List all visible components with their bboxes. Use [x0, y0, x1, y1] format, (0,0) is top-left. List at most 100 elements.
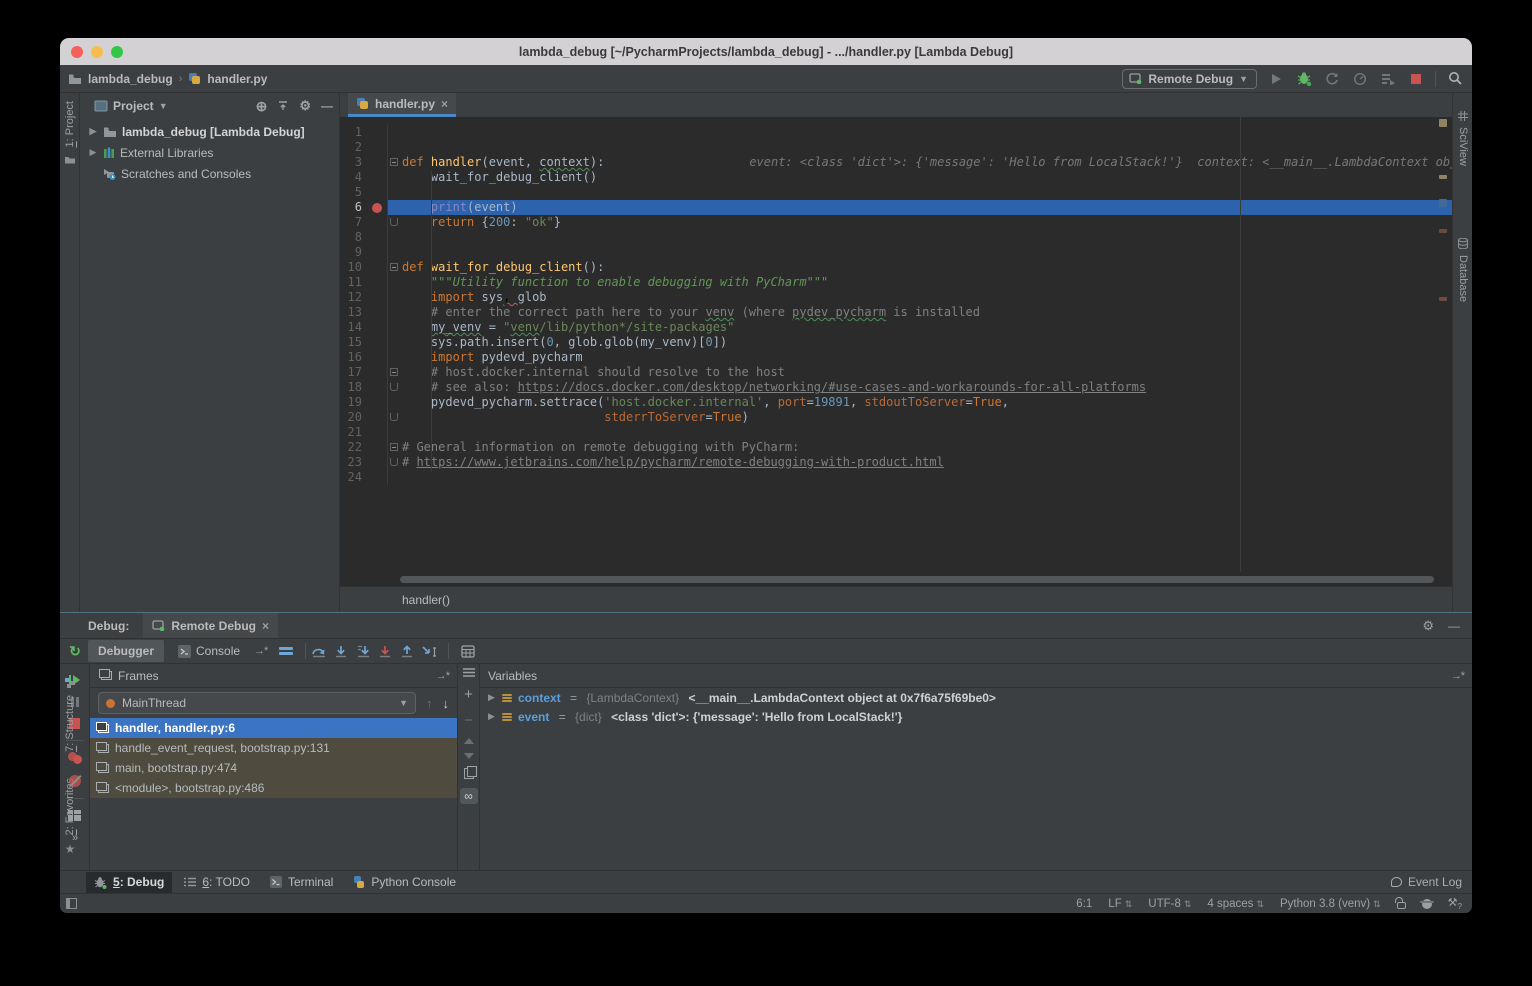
chevron-down-icon[interactable]: ▼	[159, 101, 168, 111]
status-item-lf[interactable]: LF⇅	[1108, 898, 1132, 910]
tool-window-button-todo[interactable]: 6: TODO	[176, 872, 258, 893]
line-number[interactable]: 22	[340, 440, 366, 455]
gutter-cell[interactable]	[366, 365, 388, 380]
search-everywhere-button[interactable]	[1446, 70, 1464, 88]
line-number[interactable]: 19	[340, 395, 366, 410]
fold-gutter[interactable]	[388, 245, 402, 260]
project-panel-title[interactable]: Project	[113, 99, 154, 113]
fold-gutter[interactable]	[388, 140, 402, 155]
line-number[interactable]: 4	[340, 170, 366, 185]
code-line-content[interactable]: import pydevd_pycharm	[388, 350, 1452, 365]
code-line[interactable]: 16 import pydevd_pycharm	[340, 350, 1452, 365]
code-line-content[interactable]: # host.docker.internal should resolve to…	[388, 365, 1452, 380]
code-line-content[interactable]: # General information on remote debuggin…	[388, 440, 1452, 455]
rerun-button[interactable]: ↻	[66, 642, 84, 660]
code-line[interactable]: 3def handler(event, context):event: <cla…	[340, 155, 1452, 170]
ide-status-icon[interactable]: ⚒?	[1448, 896, 1462, 911]
sidebar-item-structure[interactable]: 7: Structure	[60, 678, 80, 752]
tool-window-button-debug[interactable]: 5: Debug	[86, 872, 172, 893]
gutter-cell[interactable]	[366, 260, 388, 275]
error-stripe-mark[interactable]	[1439, 175, 1447, 179]
close-icon[interactable]: ×	[441, 97, 448, 111]
code-line[interactable]: 17 # host.docker.internal should resolve…	[340, 365, 1452, 380]
gutter-cell[interactable]	[366, 185, 388, 200]
force-step-into-button[interactable]	[354, 642, 372, 660]
code-line-content[interactable]	[388, 470, 1452, 485]
code-editor[interactable]: 123def handler(event, context):event: <c…	[340, 117, 1452, 586]
gear-icon[interactable]: ⚙	[299, 98, 311, 114]
line-number[interactable]: 2	[340, 140, 366, 155]
code-line[interactable]: 20 stderrToServer=True)	[340, 410, 1452, 425]
code-line[interactable]: 21	[340, 425, 1452, 440]
fold-gutter[interactable]	[388, 410, 402, 425]
event-log-button[interactable]: Event Log	[1391, 875, 1462, 889]
frame-row[interactable]: handle_event_request, bootstrap.py:131	[90, 738, 457, 758]
menu-icon[interactable]	[463, 668, 475, 677]
code-line[interactable]: 8	[340, 230, 1452, 245]
code-line-content[interactable]: sys.path.insert(0, glob.glob(my_venv)[0]…	[388, 335, 1452, 350]
code-line[interactable]: 7 return {200: "ok"}	[340, 215, 1452, 230]
remove-watch-button[interactable]: −	[464, 712, 473, 729]
line-number[interactable]: 3	[340, 155, 366, 170]
line-number[interactable]: 1	[340, 125, 366, 140]
status-item-4-spaces[interactable]: 4 spaces⇅	[1207, 898, 1264, 910]
mute-breakpoints-button[interactable]	[69, 775, 81, 787]
step-out-button[interactable]	[398, 642, 416, 660]
breadcrumb-function[interactable]: handler()	[402, 593, 450, 607]
code-line[interactable]: 4 wait_for_debug_client()	[340, 170, 1452, 185]
gutter-cell[interactable]	[366, 200, 388, 215]
gutter-cell[interactable]	[366, 155, 388, 170]
show-watches-in-variables-toggle[interactable]: ∞	[460, 788, 478, 804]
code-line[interactable]: 13 # enter the correct path here to your…	[340, 305, 1452, 320]
expand-arrow-icon[interactable]: ▶	[488, 692, 496, 703]
caret-position-status[interactable]: 6:1	[1076, 898, 1092, 910]
next-frame-button[interactable]: ↓	[443, 696, 450, 711]
code-line[interactable]: 10def wait_for_debug_client():	[340, 260, 1452, 275]
code-line[interactable]: 15 sys.path.insert(0, glob.glob(my_venv)…	[340, 335, 1452, 350]
fold-end-icon[interactable]	[390, 383, 398, 391]
gear-icon[interactable]: ⚙	[1422, 618, 1434, 634]
code-line[interactable]: 9	[340, 245, 1452, 260]
code-line-content[interactable]: """Utility function to enable debugging …	[388, 275, 1452, 290]
gutter-cell[interactable]	[366, 455, 388, 470]
gutter-cell[interactable]	[366, 230, 388, 245]
line-number[interactable]: 14	[340, 320, 366, 335]
fold-gutter[interactable]	[388, 170, 402, 185]
fold-collapse-icon[interactable]	[390, 443, 398, 451]
gutter-cell[interactable]	[366, 440, 388, 455]
status-item-python-3-8-venv-[interactable]: Python 3.8 (venv)⇅	[1280, 898, 1381, 910]
fold-end-icon[interactable]	[390, 218, 398, 226]
tree-item[interactable]: ▶lambda_debug [Lambda Debug]	[80, 121, 339, 142]
fold-collapse-icon[interactable]	[390, 158, 398, 166]
gutter-cell[interactable]	[366, 215, 388, 230]
line-number[interactable]: 17	[340, 365, 366, 380]
duplicate-watch-button[interactable]	[464, 768, 474, 779]
pin-icon[interactable]: →*	[436, 670, 449, 682]
code-line[interactable]: 5	[340, 185, 1452, 200]
step-into-my-code-button[interactable]	[376, 642, 394, 660]
expand-arrow-icon[interactable]: ▶	[88, 126, 98, 137]
frame-row[interactable]: handler, handler.py:6	[90, 718, 457, 738]
gutter-cell[interactable]	[366, 470, 388, 485]
fold-gutter[interactable]	[388, 320, 402, 335]
move-watch-up-button[interactable]	[464, 738, 474, 744]
gutter-cell[interactable]	[366, 320, 388, 335]
fold-gutter[interactable]	[388, 290, 402, 305]
fold-gutter[interactable]	[388, 125, 402, 140]
fold-gutter[interactable]	[388, 200, 402, 215]
code-line-content[interactable]	[388, 185, 1452, 200]
code-line[interactable]: 14 my_venv = "venv/lib/python*/site-pack…	[340, 320, 1452, 335]
evaluate-expression-button[interactable]	[459, 642, 477, 660]
step-over-button[interactable]	[310, 642, 328, 660]
gutter-cell[interactable]	[366, 125, 388, 140]
hide-panel-button[interactable]: —	[321, 99, 333, 113]
gutter-cell[interactable]	[366, 380, 388, 395]
line-number[interactable]: 6	[340, 200, 366, 215]
highlighting-level-icon[interactable]	[1422, 899, 1432, 909]
threads-view-icon[interactable]	[279, 645, 293, 657]
collapse-all-button[interactable]	[277, 100, 289, 112]
line-number[interactable]: 7	[340, 215, 366, 230]
fold-gutter[interactable]	[388, 470, 402, 485]
error-stripe-mark[interactable]	[1439, 229, 1447, 233]
code-line[interactable]: 2	[340, 140, 1452, 155]
